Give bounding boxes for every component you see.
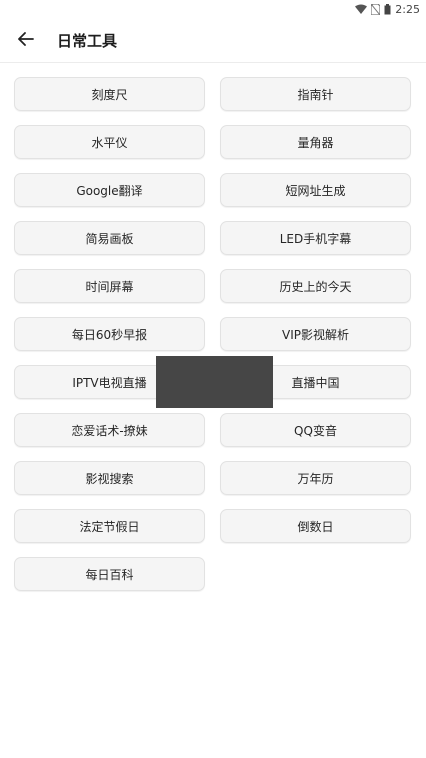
page-title: 日常工具 — [57, 31, 118, 50]
app-bar: 日常工具 — [0, 18, 426, 62]
tool-button-today-in-history[interactable]: 历史上的今天 — [220, 269, 411, 303]
tool-button-holidays[interactable]: 法定节假日 — [14, 509, 205, 543]
tool-button-sketchpad[interactable]: 简易画板 — [14, 221, 205, 255]
tool-button-protractor[interactable]: 量角器 — [220, 125, 411, 159]
battery-icon — [384, 3, 391, 15]
tool-button-love-talk[interactable]: 恋爱话术-撩妹 — [14, 413, 205, 447]
back-button[interactable] — [11, 25, 41, 55]
status-bar: 2:25 — [0, 0, 426, 18]
no-sim-icon — [371, 3, 381, 15]
wifi-icon — [355, 4, 368, 14]
tool-button-calendar[interactable]: 万年历 — [220, 461, 411, 495]
tool-button-google-translate[interactable]: Google翻译 — [14, 173, 205, 207]
tool-button-qq-voice[interactable]: QQ变音 — [220, 413, 411, 447]
tool-button-countdown[interactable]: 倒数日 — [220, 509, 411, 543]
tool-button-time-screen[interactable]: 时间屏幕 — [14, 269, 205, 303]
tool-button-compass[interactable]: 指南针 — [220, 77, 411, 111]
redaction-block — [156, 356, 273, 408]
tool-button-vip-video[interactable]: VIP影视解析 — [220, 317, 411, 351]
tool-button-ruler[interactable]: 刻度尺 — [14, 77, 205, 111]
app-bar-divider — [0, 62, 426, 63]
tool-button-daily-news[interactable]: 每日60秒早报 — [14, 317, 205, 351]
tool-button-daily-encyclopedia[interactable]: 每日百科 — [14, 557, 205, 591]
tool-button-short-url[interactable]: 短网址生成 — [220, 173, 411, 207]
status-time: 2:25 — [395, 2, 420, 16]
tool-button-led-subtitle[interactable]: LED手机字幕 — [220, 221, 411, 255]
tool-button-level[interactable]: 水平仪 — [14, 125, 205, 159]
tool-button-video-search[interactable]: 影视搜索 — [14, 461, 205, 495]
arrow-left-icon — [18, 31, 34, 50]
tool-grid: 刻度尺 指南针 水平仪 量角器 Google翻译 短网址生成 简易画板 LED手… — [14, 77, 412, 591]
